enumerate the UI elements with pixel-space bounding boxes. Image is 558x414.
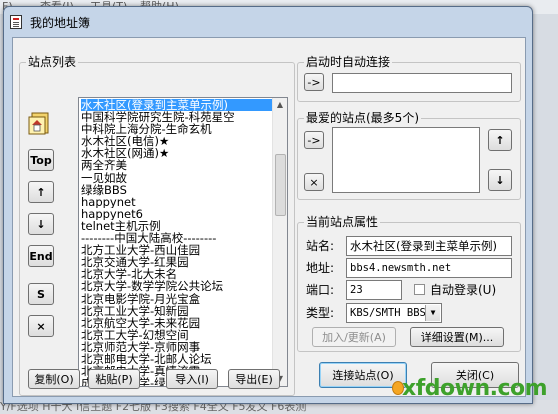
- favorite-move-down-button[interactable]: ↓: [488, 169, 512, 191]
- move-end-button[interactable]: End: [28, 245, 54, 267]
- move-up-button[interactable]: ↑: [28, 181, 54, 203]
- site-address-field[interactable]: bbs4.newsmth.net: [346, 258, 512, 278]
- title-bar[interactable]: 我的地址簿: [4, 7, 532, 37]
- site-list-item[interactable]: happynet6: [81, 208, 272, 220]
- auto-connect-group-label: 启动时自动连接: [304, 55, 393, 69]
- add-update-button[interactable]: 加入/更新(A): [312, 327, 396, 347]
- export-button[interactable]: 导出(E): [228, 369, 280, 389]
- site-list-item[interactable]: 北京电影学院-月光宝盒: [81, 293, 272, 305]
- site-list-item[interactable]: 北京航空大学-未来花园: [81, 317, 272, 329]
- window-title: 我的地址簿: [30, 16, 91, 30]
- site-list-group: 站点列表 Top ↑ ↓ End S × 水木社区(登录到主菜单示例) 中国科学院…: [19, 55, 295, 396]
- scrollbar-thumb[interactable]: [275, 154, 286, 216]
- delete-site-button[interactable]: ×: [28, 315, 54, 337]
- site-list-item[interactable]: 一见如故: [81, 172, 272, 184]
- site-list-item[interactable]: 水木社区(电信)★: [81, 135, 272, 147]
- site-list-item[interactable]: 北京大学-北大未名: [81, 268, 272, 280]
- remove-favorite-button[interactable]: ×: [304, 173, 324, 191]
- site-list-group-label: 站点列表: [26, 55, 79, 69]
- auto-connect-field[interactable]: [332, 73, 512, 93]
- set-auto-connect-button[interactable]: ->: [304, 73, 324, 91]
- site-list-item[interactable]: telnet主机示例: [81, 220, 272, 232]
- dialog-client-area: 站点列表 Top ↑ ↓ End S × 水木社区(登录到主菜单示例) 中国科学院…: [12, 37, 526, 397]
- site-list-item[interactable]: 绿缘BBS: [81, 184, 272, 196]
- site-properties-group: 当前站点属性 站名: 水木社区(登录到主菜单示例) 地址: bbs4.newsm…: [297, 215, 521, 352]
- auto-login-checkbox[interactable]: [414, 284, 425, 295]
- site-list-item[interactable]: 北京师范大学-京师网事: [81, 341, 272, 353]
- scroll-up-arrow-icon[interactable]: ▲: [273, 98, 287, 112]
- site-list-item[interactable]: 北京工业大学-知新园: [81, 305, 272, 317]
- site-list-item[interactable]: happynet: [81, 196, 272, 208]
- site-list-item[interactable]: 水木社区(登录到主菜单示例): [81, 99, 272, 112]
- copy-button[interactable]: 复制(O): [28, 369, 80, 389]
- site-list-item[interactable]: --------中国大陆高校--------: [81, 232, 272, 244]
- address-book-dialog: 我的地址簿 站点列表 Top ↑ ↓ End S × 水木社区(登录到主菜单示例…: [3, 6, 533, 404]
- favorites-listbox[interactable]: [332, 127, 480, 193]
- site-name-field[interactable]: 水木社区(登录到主菜单示例): [346, 236, 512, 256]
- paste-button[interactable]: 粘贴(P): [88, 369, 140, 389]
- site-type-select[interactable]: KBS/SMTH BBS ▼: [346, 303, 442, 323]
- site-list-items: 水木社区(登录到主菜单示例) 中国科学院研究生院-科苑星空 中科院上海分院-生命玄机…: [81, 99, 272, 386]
- site-listbox[interactable]: 水木社区(登录到主菜单示例) 中国科学院研究生院-科苑星空 中科院上海分院-生命玄机…: [78, 97, 288, 387]
- site-port-field[interactable]: 23: [346, 280, 402, 300]
- site-list-item[interactable]: 中科院上海分院-生命玄机: [81, 123, 272, 135]
- site-list-item[interactable]: 水木社区(网通)★: [81, 147, 272, 159]
- site-port-label: 端口:: [306, 283, 335, 297]
- address-book-icon: [10, 15, 22, 29]
- favorites-group: 最爱的站点(最多5个) -> × ↑ ↓: [297, 111, 521, 200]
- site-list-item[interactable]: 北京邮电大学-北邮人论坛: [81, 353, 272, 365]
- site-list-item[interactable]: 北京工大学-幻想空间: [81, 329, 272, 341]
- site-properties-group-label: 当前站点属性: [304, 215, 381, 229]
- favorite-move-up-button[interactable]: ↑: [488, 129, 512, 151]
- site-list-item[interactable]: 北方工业大学-西山佳园: [81, 244, 272, 256]
- home-page-icon: [28, 112, 49, 135]
- site-list-item[interactable]: 中国科学院研究生院-科苑星空: [81, 111, 272, 123]
- import-button[interactable]: 导入(I): [166, 369, 218, 389]
- sort-button[interactable]: S: [28, 283, 54, 305]
- site-list-item[interactable]: 北京大学-数学学院公共论坛: [81, 280, 272, 292]
- site-type-label: 类型:: [306, 306, 335, 320]
- auto-connect-group: 启动时自动连接 ->: [297, 55, 521, 102]
- site-type-value: KBS/SMTH BBS: [350, 307, 426, 319]
- site-list-item[interactable]: 两全齐美: [81, 159, 272, 171]
- site-list-item[interactable]: 北京交通大学-红果园: [81, 256, 272, 268]
- auto-login-label[interactable]: 自动登录(U): [430, 283, 496, 297]
- site-name-label: 站名:: [306, 239, 335, 253]
- chevron-down-icon[interactable]: ▼: [425, 305, 440, 321]
- site-list-scrollbar[interactable]: ▲ ▼: [272, 98, 287, 386]
- detail-settings-button[interactable]: 详细设置(M)...: [410, 327, 504, 347]
- move-down-button[interactable]: ↓: [28, 213, 54, 235]
- site-address-label: 地址:: [306, 261, 335, 275]
- add-favorite-button[interactable]: ->: [304, 131, 324, 149]
- favorites-group-label: 最爱的站点(最多5个): [304, 111, 421, 125]
- move-top-button[interactable]: Top: [28, 149, 54, 171]
- watermark-text: xfdown.com: [402, 376, 548, 401]
